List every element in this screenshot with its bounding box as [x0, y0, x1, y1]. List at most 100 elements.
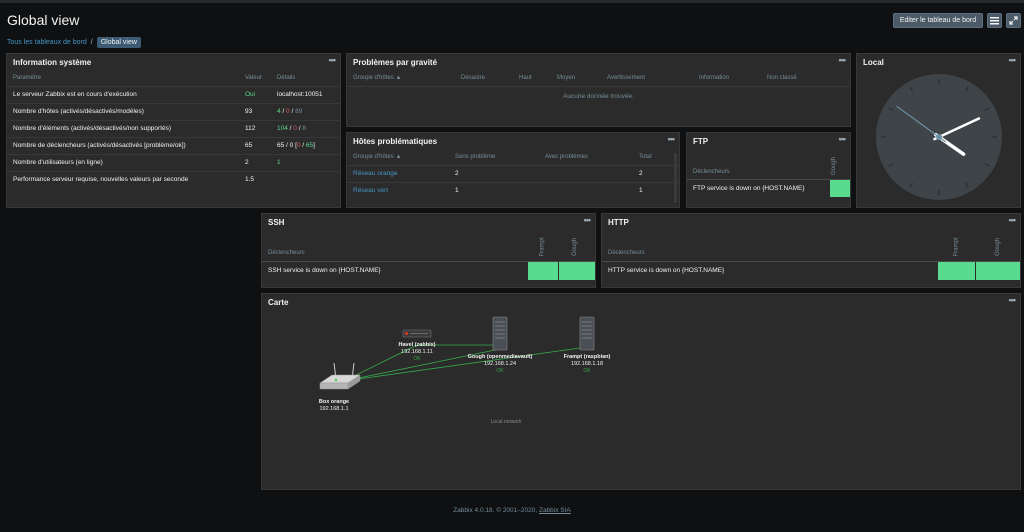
page-title: Global view	[7, 12, 80, 28]
breadcrumb: Tous les tableaux de bord / Global view	[7, 36, 141, 48]
host-gough[interactable]: Gough (openmediavault) 192.168.1.24 OK	[468, 316, 533, 374]
widget-title: Carte	[268, 298, 289, 307]
trigger-name: HTTP service is down on {HOST.NAME}	[608, 267, 725, 274]
host-column-header: Gough	[571, 237, 578, 257]
trigger-status-cell[interactable]	[830, 180, 850, 197]
widget-menu-icon[interactable]: •••	[584, 212, 592, 229]
trigger-status-cell[interactable]	[528, 262, 558, 280]
network-map: Havel (zabbix) 192.168.1.11 OK Gough (op…	[319, 316, 611, 425]
trigger-status-cell[interactable]	[938, 262, 975, 280]
table-row: Nombre de déclencheurs (activés/désactiv…	[7, 137, 340, 155]
host-ip: 192.168.1.18	[571, 361, 603, 367]
http-widget: HTTP ••• Déclencheurs Frampt Gough HTTP s…	[601, 213, 1021, 288]
problem-hosts-table: Groupe d'hôtes ▲ Sans problème Avec prob…	[347, 150, 679, 199]
widget-title: HTTP	[608, 218, 629, 227]
col-header: Détails	[271, 71, 340, 87]
col-header: Paramètre	[7, 71, 239, 87]
cell-part: ]	[313, 142, 315, 149]
col-header: Déclencheurs	[608, 250, 645, 256]
col-header: Total	[633, 150, 679, 166]
widget-title: Information système	[13, 58, 92, 67]
host-group-link[interactable]: Réseau orange	[347, 165, 449, 183]
host-status: OK	[496, 368, 504, 374]
cell: Nombre d'éléments (activés/désactivés/no…	[7, 120, 239, 138]
problems-by-severity-widget: Problèmes par gravité ••• Groupe d'hôtes …	[346, 53, 851, 127]
host-column-header: Gough	[830, 156, 837, 176]
table-row: Nombre d'utilisateurs (en ligne) 2 1	[7, 154, 340, 172]
widget-menu-icon[interactable]: •••	[1009, 52, 1017, 69]
trigger-status-cell[interactable]	[976, 262, 1020, 280]
col-header: Déclencheurs	[693, 169, 730, 175]
fullscreen-button[interactable]	[1006, 13, 1021, 28]
map-link	[343, 346, 588, 382]
widget-title: Hôtes problématiques	[353, 137, 438, 146]
widget-menu-icon[interactable]: •••	[1009, 292, 1017, 309]
host-column-header: Gough	[994, 237, 1001, 257]
footer: Zabbix 4.0.18. © 2001–2020, Zabbix SIA	[0, 507, 1024, 514]
cell-part: 65 / 0 [	[277, 142, 297, 149]
col-header: Moyen	[551, 71, 601, 87]
widget-menu-icon[interactable]: •••	[839, 131, 847, 148]
breadcrumb-current[interactable]: Global view	[96, 36, 141, 48]
cell: 65	[239, 137, 271, 155]
col-header: Déclencheurs	[268, 250, 305, 256]
host-box-orange[interactable]: Box orange 192.168.1.1	[319, 362, 361, 412]
system-info-table: Paramètre Valeur Détails Le serveur Zabb…	[7, 71, 340, 188]
footer-link[interactable]: Zabbix SIA	[539, 507, 571, 514]
cell: 2	[633, 165, 679, 183]
analog-clock	[876, 74, 1002, 200]
col-header: Avec problèmes	[539, 150, 633, 166]
breadcrumb-all-dashboards[interactable]: Tous les tableaux de bord	[7, 39, 87, 46]
col-header-sortable[interactable]: Groupe d'hôtes ▲	[347, 150, 449, 166]
cell	[539, 182, 633, 199]
edit-dashboard-button[interactable]: Editer le tableau de bord	[893, 13, 983, 28]
host-ip: 192.168.1.24	[484, 361, 516, 367]
cell: Oui	[239, 86, 271, 104]
cell-part: 89	[295, 108, 303, 115]
host-ip: 192.168.1.11	[401, 349, 433, 355]
widget-menu-icon[interactable]: •••	[1009, 212, 1017, 229]
host-frampt[interactable]: Frampt (raspbian) 192.168.1.18 OK	[564, 316, 611, 374]
cell: 104 / 0 / 8	[271, 120, 340, 138]
map-widget: Carte ••• Havel (zabbix) 192.168.1.11 OK …	[261, 293, 1021, 490]
host-name: Box orange	[319, 399, 349, 405]
menu-button[interactable]	[987, 13, 1002, 28]
footer-text: Zabbix 4.0.18. © 2001–2020,	[453, 507, 539, 514]
host-column-header: Frampt	[953, 237, 960, 257]
table-row: Performance serveur requise, nouvelles v…	[7, 171, 340, 188]
no-data-message: Aucune donnée trouvée.	[563, 92, 634, 100]
host-ip: 192.168.1.1	[319, 406, 348, 412]
ftp-widget: FTP ••• Déclencheurs Gough FTP service is…	[686, 132, 851, 208]
cell	[539, 165, 633, 183]
cell: 93	[239, 103, 271, 121]
cell: Performance serveur requise, nouvelles v…	[13, 176, 189, 184]
problem-hosts-widget: Hôtes problématiques ••• Groupe d'hôtes ▲…	[346, 132, 680, 208]
widget-menu-icon[interactable]: •••	[329, 52, 337, 69]
cell: 4 / 0 / 89	[271, 103, 340, 121]
table-row: Réseau vert 1 1	[347, 182, 679, 199]
local-clock-widget: Local •••	[856, 53, 1021, 208]
cell: Nombre d'utilisateurs (en ligne)	[7, 154, 239, 172]
host-name: Frampt (raspbian)	[564, 354, 611, 360]
widget-menu-icon[interactable]: •••	[668, 131, 676, 148]
cell: Nombre de déclencheurs (activés/désactiv…	[7, 137, 239, 155]
host-name: Gough (openmediavault)	[468, 354, 533, 360]
widget-title: Problèmes par gravité	[353, 58, 438, 67]
widget-title: SSH	[268, 218, 285, 227]
table-row: Le serveur Zabbix est en cours d'exécuti…	[7, 86, 340, 104]
trigger-status-cell[interactable]	[559, 262, 595, 280]
host-havel[interactable]: Havel (zabbix) 192.168.1.11 OK	[399, 329, 436, 362]
host-group-link[interactable]: Réseau vert	[347, 182, 449, 199]
map-label: Local network	[491, 419, 522, 425]
scrollbar[interactable]	[674, 153, 677, 203]
cell: 2	[239, 154, 271, 172]
col-header: Désastre	[455, 71, 513, 87]
cell-part: 8	[302, 125, 306, 132]
top-bar: Global view Editer le tableau de bord	[0, 0, 1024, 34]
host-name: Havel (zabbix)	[399, 342, 436, 348]
col-header-sortable[interactable]: Groupe d'hôtes ▲	[347, 71, 455, 87]
col-header: Information	[693, 71, 761, 87]
widget-menu-icon[interactable]: •••	[839, 52, 847, 69]
table-row: Réseau orange 2 2	[347, 165, 679, 183]
cell	[271, 171, 340, 188]
